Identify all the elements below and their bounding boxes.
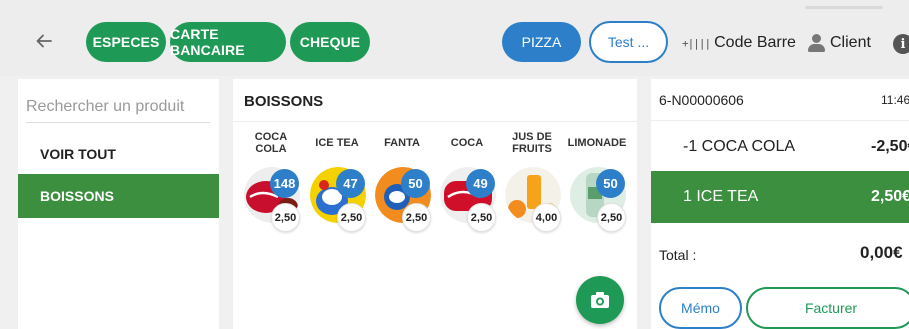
camera-icon (591, 292, 609, 308)
product-coca[interactable]: COCA 49 2,50 (436, 127, 498, 232)
product-name: LIMONADE (567, 137, 627, 149)
back-button[interactable] (33, 30, 55, 52)
ticket-line-label: -1 COCA COLA (683, 138, 796, 155)
barcode-label: Code Barre (714, 34, 796, 51)
category-sidebar: VOIR TOUT BOISSONS (18, 79, 219, 329)
ticket-line-selected[interactable]: 1 ICE TEA 2,50€ (651, 171, 909, 223)
product-coca-cola[interactable]: COCA COLA 148 2,50 (240, 127, 302, 232)
top-divider (805, 6, 883, 9)
client-button[interactable]: Client (806, 28, 871, 58)
especes-button[interactable]: ESPECES (86, 22, 166, 62)
stock-badge: 50 (596, 169, 625, 198)
product-name: FANTA (384, 137, 420, 149)
ticket-line-amount: -2,50€ (871, 138, 909, 155)
price-badge: 2,50 (337, 203, 366, 232)
product-name: JUS DE FRUITS (512, 131, 552, 155)
pizza-button[interactable]: PIZZA (502, 22, 581, 62)
barcode-icon: +|||| (682, 36, 711, 50)
search-input[interactable] (26, 91, 210, 123)
top-bar: ESPECES CARTE BANCAIRE CHEQUE PIZZA Test… (0, 0, 909, 76)
stock-badge: 50 (401, 169, 430, 198)
price-badge: 2,50 (597, 203, 626, 232)
product-ice-tea[interactable]: ICE TEA 47 2,50 (306, 127, 368, 232)
cheque-button[interactable]: CHEQUE (290, 22, 370, 62)
product-name: COCA COLA (254, 131, 288, 155)
camera-button[interactable] (576, 276, 624, 324)
stock-badge: 47 (336, 169, 365, 198)
product-limonade[interactable]: LIMONADE 50 2,50 (566, 127, 628, 232)
ticket-line-label: 1 ICE TEA (683, 188, 759, 205)
ticket-panel: 6-N00000606 11:46 -1 COCA COLA -2,50€ 1 … (651, 79, 909, 329)
test-button[interactable]: Test ... (589, 21, 668, 63)
products-divider (233, 121, 637, 122)
category-boissons[interactable]: BOISSONS (18, 174, 219, 218)
info-icon[interactable]: i (893, 34, 909, 54)
carte-bancaire-button[interactable]: CARTE BANCAIRE (170, 22, 286, 62)
ticket-line[interactable]: -1 COCA COLA -2,50€ (651, 121, 909, 173)
ticket-id: 6-N00000606 (659, 92, 744, 108)
total-value: 0,00€ (860, 243, 903, 262)
facturer-button[interactable]: Facturer (746, 287, 909, 329)
total-label: Total : (659, 247, 697, 263)
price-badge: 4,00 (532, 203, 561, 232)
memo-button[interactable]: Mémo (659, 287, 742, 329)
price-badge: 2,50 (271, 203, 300, 232)
category-voir-tout[interactable]: VOIR TOUT (18, 132, 219, 176)
stock-badge: 148 (270, 169, 299, 198)
arrow-left-icon (36, 34, 52, 48)
price-badge: 2,50 (467, 203, 496, 232)
price-badge: 2,50 (402, 203, 431, 232)
stock-badge: 49 (466, 169, 495, 198)
client-label: Client (830, 34, 871, 51)
product-jus-de-fruits[interactable]: JUS DE FRUITS 4,00 (501, 127, 563, 232)
product-name: ICE TEA (315, 137, 359, 149)
product-name: COCA (450, 137, 484, 149)
ticket-time: 11:46 (881, 93, 909, 107)
person-icon (806, 33, 826, 53)
product-fanta[interactable]: FANTA 50 2,50 (371, 127, 433, 232)
ticket-header: 6-N00000606 11:46 (651, 79, 909, 121)
products-title: BOISSONS (244, 93, 324, 110)
ticket-line-amount: 2,50€ (871, 188, 909, 205)
barcode-button[interactable]: +|||| Code Barre (682, 28, 796, 58)
